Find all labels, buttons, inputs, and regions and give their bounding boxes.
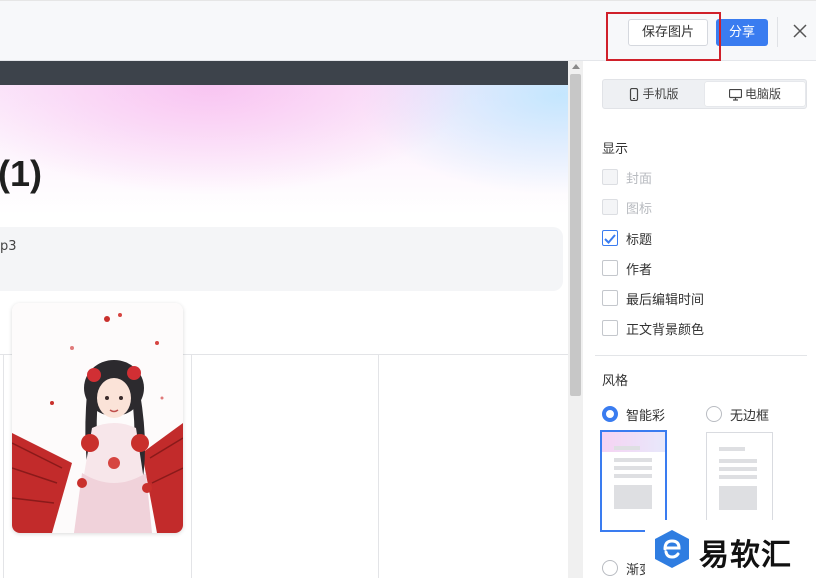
style-borderless-preview[interactable] [706, 432, 773, 534]
title-label: 标题 [626, 233, 653, 248]
phone-icon [630, 88, 639, 101]
watermark-text: 易软汇 [699, 538, 792, 573]
mobile-view-label: 手机版 [642, 87, 679, 101]
title-checkbox[interactable] [602, 230, 618, 246]
desktop-view-option[interactable]: 电脑版 [705, 82, 805, 106]
style-smart-color-preview[interactable] [600, 430, 667, 532]
preview-line [719, 467, 757, 471]
preview-block [719, 486, 757, 510]
watermark: 易软汇 [645, 520, 816, 578]
author-checkbox[interactable] [602, 260, 618, 276]
style-borderless-radio[interactable] [706, 406, 722, 422]
preview-line [614, 446, 640, 450]
style-borderless-label: 无边框 [730, 409, 770, 424]
page-root: 保存图片 分享 (1) p3 手机版 电脑版 显示 封面 图标 标题 作者 最后… [0, 0, 816, 578]
grid-column-line [378, 355, 379, 578]
icon-checkbox[interactable] [602, 199, 618, 215]
cover-gradient [0, 85, 568, 215]
grid-column-line [3, 355, 4, 578]
style-gradient-radio[interactable] [602, 560, 618, 576]
style-smart-color-label: 智能彩 [626, 409, 666, 424]
scroll-up-arrow-icon[interactable] [572, 64, 580, 69]
document-title: (1) [0, 153, 42, 194]
preview-block [614, 485, 652, 509]
cover-label: 封面 [626, 172, 653, 187]
illustration-card[interactable] [12, 303, 183, 533]
author-label: 作者 [626, 263, 653, 278]
document-info-text: p3 [0, 239, 17, 254]
illustration-image [12, 303, 183, 533]
style-smart-color-radio[interactable] [602, 406, 618, 422]
toolbar-divider [777, 17, 778, 47]
preview-line [719, 459, 757, 463]
preview-header-strip [0, 61, 568, 85]
style-section-title: 风格 [602, 374, 629, 389]
last-edit-time-checkbox[interactable] [602, 290, 618, 306]
share-button[interactable]: 分享 [716, 19, 768, 46]
preview-line [614, 466, 652, 470]
desktop-view-label: 电脑版 [744, 87, 781, 101]
annotation-highlight-box [606, 12, 721, 61]
preview-line [614, 458, 652, 462]
preview-line [614, 474, 652, 478]
preview-line [719, 475, 757, 479]
close-icon[interactable] [790, 21, 810, 41]
scrollbar-thumb[interactable] [570, 74, 581, 396]
icon-label: 图标 [626, 202, 653, 217]
grid-column-line [191, 355, 192, 578]
view-mode-toggle: 手机版 电脑版 [602, 79, 807, 109]
section-divider [595, 355, 807, 356]
last-edit-time-label: 最后编辑时间 [626, 293, 705, 308]
monitor-icon [728, 88, 742, 101]
body-background-color-label: 正文背景颜色 [626, 323, 705, 338]
document-info-box: p3 [0, 227, 563, 291]
preview-line [719, 447, 745, 451]
watermark-logo-icon [655, 530, 689, 568]
settings-panel: 手机版 电脑版 显示 封面 图标 标题 作者 最后编辑时间 正文背景颜色 风格 … [583, 61, 816, 578]
display-section-title: 显示 [602, 142, 629, 157]
body-background-color-checkbox[interactable] [602, 320, 618, 336]
cover-checkbox[interactable] [602, 169, 618, 185]
mobile-view-option[interactable]: 手机版 [605, 82, 703, 106]
checkmark-icon [604, 234, 616, 244]
